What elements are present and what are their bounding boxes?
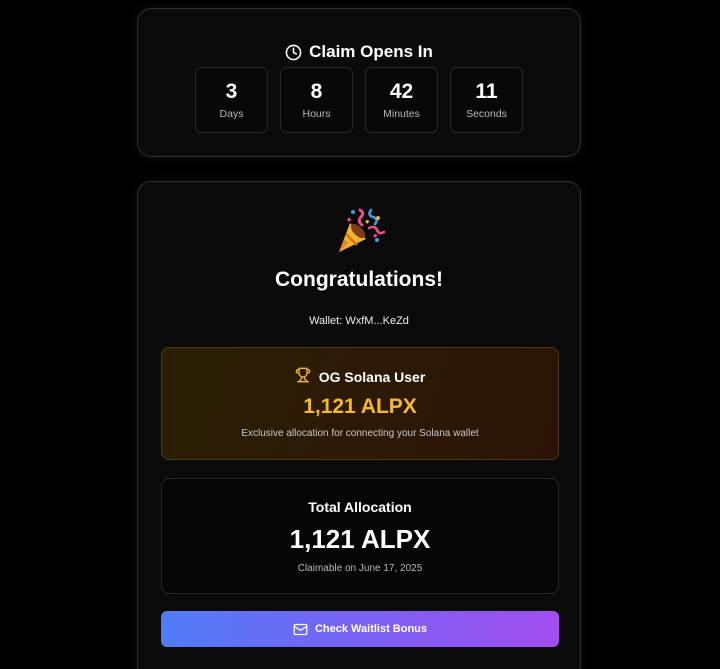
party-popper-icon [138, 204, 580, 261]
countdown-seconds: 11 Seconds [450, 67, 523, 133]
countdown-label: Seconds [466, 108, 507, 120]
countdown-value: 11 [475, 80, 498, 103]
countdown-value: 42 [389, 80, 414, 103]
total-allocation-amount: 1,121 ALPX [289, 524, 431, 554]
congratulations-title: Congratulations! [275, 268, 443, 291]
countdown-title: Claim Opens In [309, 42, 433, 61]
total-allocation-panel: Total Allocation 1,121 ALPX Claimable on… [161, 478, 559, 594]
countdown-boxes: 3 Days 8 Hours 42 Minutes 11 Seconds [195, 67, 523, 133]
countdown-minutes: 42 Minutes [365, 67, 438, 133]
og-reward-description: Exclusive allocation for connecting your… [241, 428, 479, 439]
mail-icon [293, 622, 308, 637]
waitlist-button-label: Check Waitlist Bonus [314, 623, 428, 635]
countdown-days: 3 Days [195, 67, 268, 133]
countdown-label: Days [219, 108, 244, 120]
countdown-header: Claim Opens In [138, 42, 580, 62]
og-reward-panel: OG Solana User 1,121 ALPX Exclusive allo… [161, 347, 559, 460]
countdown-value: 8 [310, 80, 323, 103]
og-reward-amount: 1,121 ALPX [303, 395, 417, 418]
wallet-address: Wallet: WxfM...KeZd [309, 315, 409, 327]
countdown-label: Minutes [383, 108, 420, 120]
total-allocation-title: Total Allocation [308, 499, 412, 515]
countdown-hours: 8 Hours [280, 67, 353, 133]
page: Claim Opens In 3 Days 8 Hours 42 Minutes… [0, 0, 720, 669]
og-reward-title: OG Solana User [318, 368, 426, 385]
clock-icon [285, 44, 302, 61]
check-waitlist-bonus-button[interactable]: Check Waitlist Bonus [161, 611, 559, 647]
countdown-card: Claim Opens In 3 Days 8 Hours 42 Minutes… [137, 8, 581, 157]
trophy-icon [295, 367, 311, 386]
allocation-card: Congratulations! Wallet: WxfM...KeZd OG … [137, 181, 581, 669]
countdown-label: Hours [302, 108, 331, 120]
claimable-date: Claimable on June 17, 2025 [297, 563, 423, 574]
og-reward-header: OG Solana User [162, 367, 558, 386]
countdown-value: 3 [225, 80, 238, 103]
